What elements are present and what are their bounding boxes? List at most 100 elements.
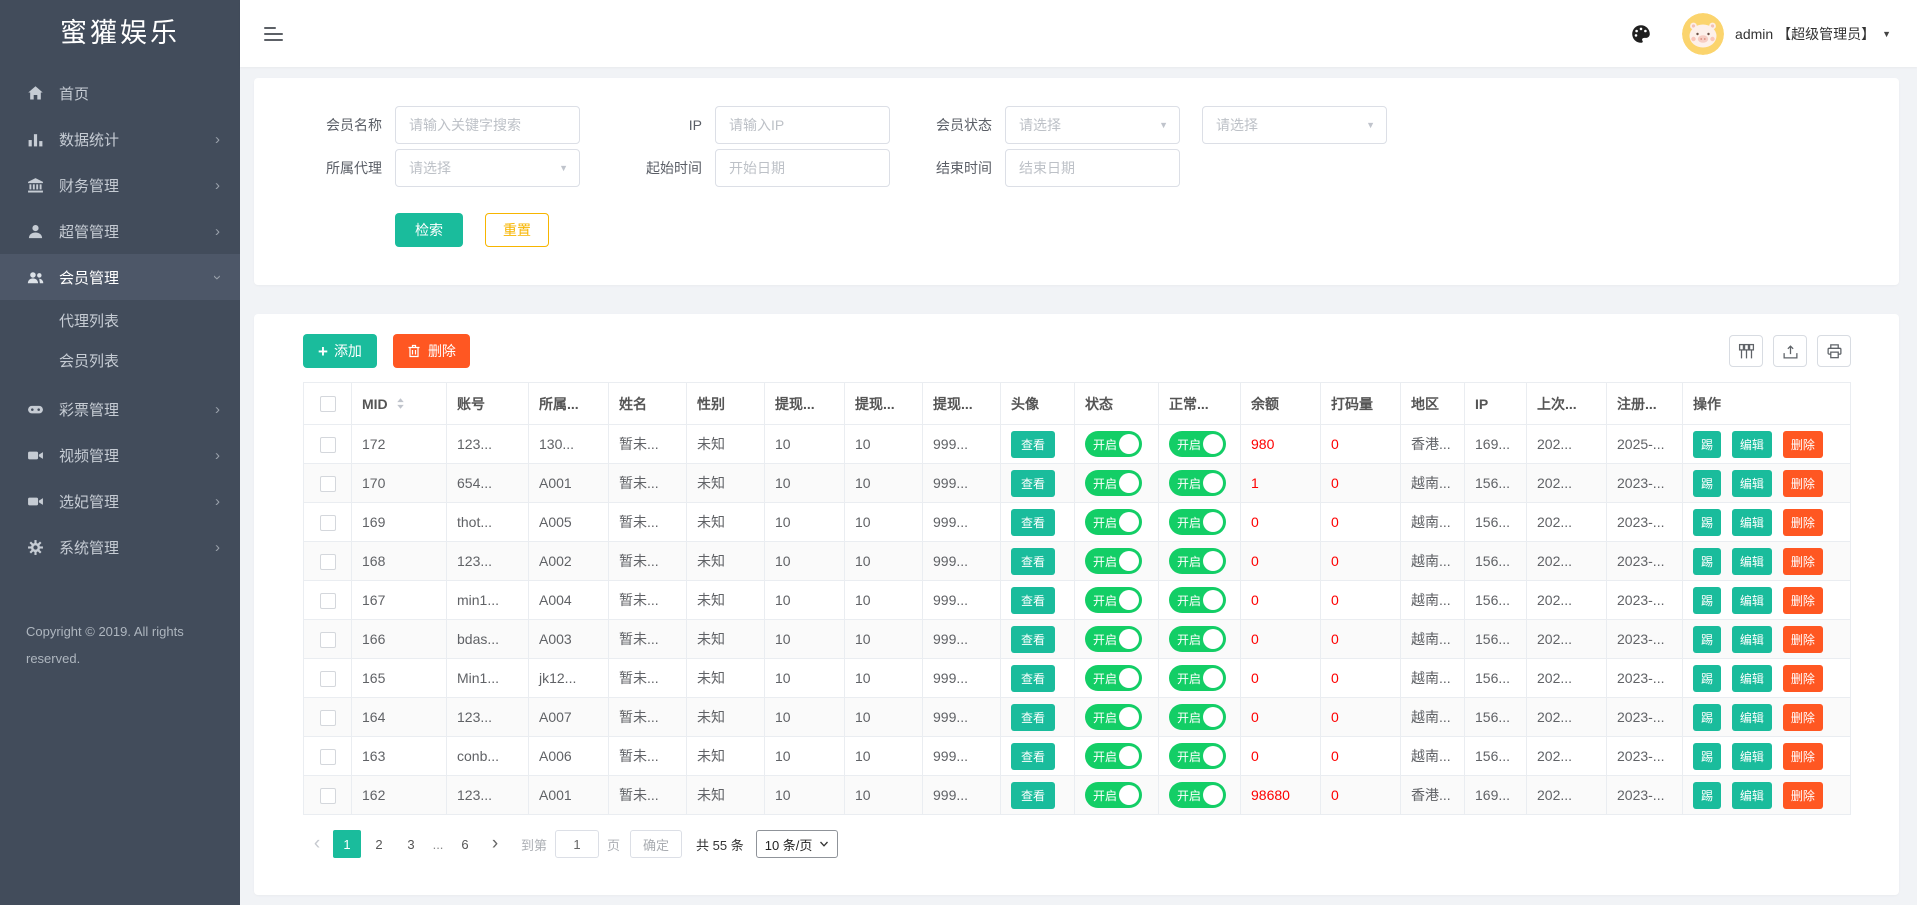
sort-icon[interactable] <box>394 396 407 411</box>
sidebar-item-superadmin[interactable]: 超管管理 › <box>0 208 240 254</box>
status-toggle[interactable]: 开启 <box>1085 665 1142 691</box>
edit-button[interactable]: 编辑 <box>1732 665 1772 692</box>
select-all-checkbox[interactable] <box>320 396 336 412</box>
agent-select[interactable]: 请选择 ▼ <box>395 149 580 187</box>
normal-toggle[interactable]: 开启 <box>1169 704 1226 730</box>
view-avatar-button[interactable]: 查看 <box>1011 431 1055 458</box>
row-checkbox[interactable] <box>320 671 336 687</box>
theme-palette-icon[interactable] <box>1630 23 1652 45</box>
member-status-select[interactable]: 请选择 ▼ <box>1005 106 1180 144</box>
status-toggle[interactable]: 开启 <box>1085 548 1142 574</box>
next-page-button[interactable]: › <box>481 830 509 858</box>
edit-button[interactable]: 编辑 <box>1732 704 1772 731</box>
sidebar-subitem-agent-list[interactable]: 代理列表 <box>0 300 240 340</box>
secondary-status-select[interactable]: 请选择 ▼ <box>1202 106 1387 144</box>
print-button[interactable] <box>1817 335 1851 367</box>
row-checkbox[interactable] <box>320 476 336 492</box>
normal-toggle[interactable]: 开启 <box>1169 509 1226 535</box>
sidebar-item-statistics[interactable]: 数据统计 › <box>0 116 240 162</box>
page-number[interactable]: 1 <box>333 830 361 858</box>
sidebar-item-home[interactable]: 首页 <box>0 70 240 116</box>
view-avatar-button[interactable]: 查看 <box>1011 743 1055 770</box>
edit-button[interactable]: 编辑 <box>1732 743 1772 770</box>
row-checkbox[interactable] <box>320 788 336 804</box>
bulk-delete-button[interactable]: 删除 <box>393 334 470 368</box>
page-number[interactable]: 6 <box>451 830 479 858</box>
kick-button[interactable]: 踢 <box>1693 587 1721 614</box>
delete-button[interactable]: 删除 <box>1783 704 1823 731</box>
view-avatar-button[interactable]: 查看 <box>1011 509 1055 536</box>
goto-page-input[interactable] <box>555 830 599 858</box>
kick-button[interactable]: 踢 <box>1693 470 1721 497</box>
normal-toggle[interactable]: 开启 <box>1169 587 1226 613</box>
view-avatar-button[interactable]: 查看 <box>1011 704 1055 731</box>
delete-button[interactable]: 删除 <box>1783 470 1823 497</box>
view-avatar-button[interactable]: 查看 <box>1011 626 1055 653</box>
row-checkbox[interactable] <box>320 554 336 570</box>
edit-button[interactable]: 编辑 <box>1732 431 1772 458</box>
delete-button[interactable]: 删除 <box>1783 509 1823 536</box>
edit-button[interactable]: 编辑 <box>1732 626 1772 653</box>
normal-toggle[interactable]: 开启 <box>1169 626 1226 652</box>
export-button[interactable] <box>1773 335 1807 367</box>
delete-button[interactable]: 删除 <box>1783 431 1823 458</box>
status-toggle[interactable]: 开启 <box>1085 743 1142 769</box>
sidebar-item-xuanfei[interactable]: 选妃管理 › <box>0 478 240 524</box>
kick-button[interactable]: 踢 <box>1693 743 1721 770</box>
sidebar-item-members[interactable]: 会员管理 › <box>0 254 240 300</box>
sidebar-subitem-member-list[interactable]: 会员列表 <box>0 340 240 380</box>
status-toggle[interactable]: 开启 <box>1085 587 1142 613</box>
reset-button[interactable]: 重置 <box>485 213 549 247</box>
status-toggle[interactable]: 开启 <box>1085 704 1142 730</box>
normal-toggle[interactable]: 开启 <box>1169 743 1226 769</box>
row-checkbox[interactable] <box>320 437 336 453</box>
kick-button[interactable]: 踢 <box>1693 704 1721 731</box>
kick-button[interactable]: 踢 <box>1693 782 1721 809</box>
delete-button[interactable]: 删除 <box>1783 782 1823 809</box>
avatar[interactable] <box>1682 13 1724 55</box>
normal-toggle[interactable]: 开启 <box>1169 548 1226 574</box>
page-size-select[interactable]: 10 条/页 <box>756 830 839 858</box>
confirm-page-button[interactable]: 确定 <box>630 830 682 858</box>
edit-button[interactable]: 编辑 <box>1732 587 1772 614</box>
sidebar-item-system[interactable]: 系统管理 › <box>0 524 240 570</box>
normal-toggle[interactable]: 开启 <box>1169 782 1226 808</box>
kick-button[interactable]: 踢 <box>1693 509 1721 536</box>
row-checkbox[interactable] <box>320 515 336 531</box>
end-date-input[interactable] <box>1005 149 1180 187</box>
status-toggle[interactable]: 开启 <box>1085 431 1142 457</box>
kick-button[interactable]: 踢 <box>1693 548 1721 575</box>
status-toggle[interactable]: 开启 <box>1085 626 1142 652</box>
edit-button[interactable]: 编辑 <box>1732 509 1772 536</box>
normal-toggle[interactable]: 开启 <box>1169 431 1226 457</box>
start-date-input[interactable] <box>715 149 890 187</box>
kick-button[interactable]: 踢 <box>1693 626 1721 653</box>
page-number[interactable]: 2 <box>365 830 393 858</box>
row-checkbox[interactable] <box>320 593 336 609</box>
user-menu[interactable]: admin 【超级管理员】 <box>1735 24 1875 44</box>
edit-button[interactable]: 编辑 <box>1732 548 1772 575</box>
member-name-input[interactable] <box>395 106 580 144</box>
delete-button[interactable]: 删除 <box>1783 548 1823 575</box>
row-checkbox[interactable] <box>320 632 336 648</box>
sidebar-item-lottery[interactable]: 彩票管理 › <box>0 386 240 432</box>
sidebar-item-finance[interactable]: 财务管理 › <box>0 162 240 208</box>
delete-button[interactable]: 删除 <box>1783 665 1823 692</box>
sidebar-item-video[interactable]: 视频管理 › <box>0 432 240 478</box>
search-button[interactable]: 检索 <box>395 213 463 247</box>
edit-button[interactable]: 编辑 <box>1732 470 1772 497</box>
view-avatar-button[interactable]: 查看 <box>1011 665 1055 692</box>
row-checkbox[interactable] <box>320 749 336 765</box>
row-checkbox[interactable] <box>320 710 336 726</box>
menu-toggle-button[interactable] <box>264 27 284 41</box>
normal-toggle[interactable]: 开启 <box>1169 470 1226 496</box>
status-toggle[interactable]: 开启 <box>1085 470 1142 496</box>
view-avatar-button[interactable]: 查看 <box>1011 548 1055 575</box>
status-toggle[interactable]: 开启 <box>1085 782 1142 808</box>
status-toggle[interactable]: 开启 <box>1085 509 1142 535</box>
add-button[interactable]: + 添加 <box>303 334 377 368</box>
page-number[interactable]: 3 <box>397 830 425 858</box>
ip-input[interactable] <box>715 106 890 144</box>
normal-toggle[interactable]: 开启 <box>1169 665 1226 691</box>
delete-button[interactable]: 删除 <box>1783 743 1823 770</box>
